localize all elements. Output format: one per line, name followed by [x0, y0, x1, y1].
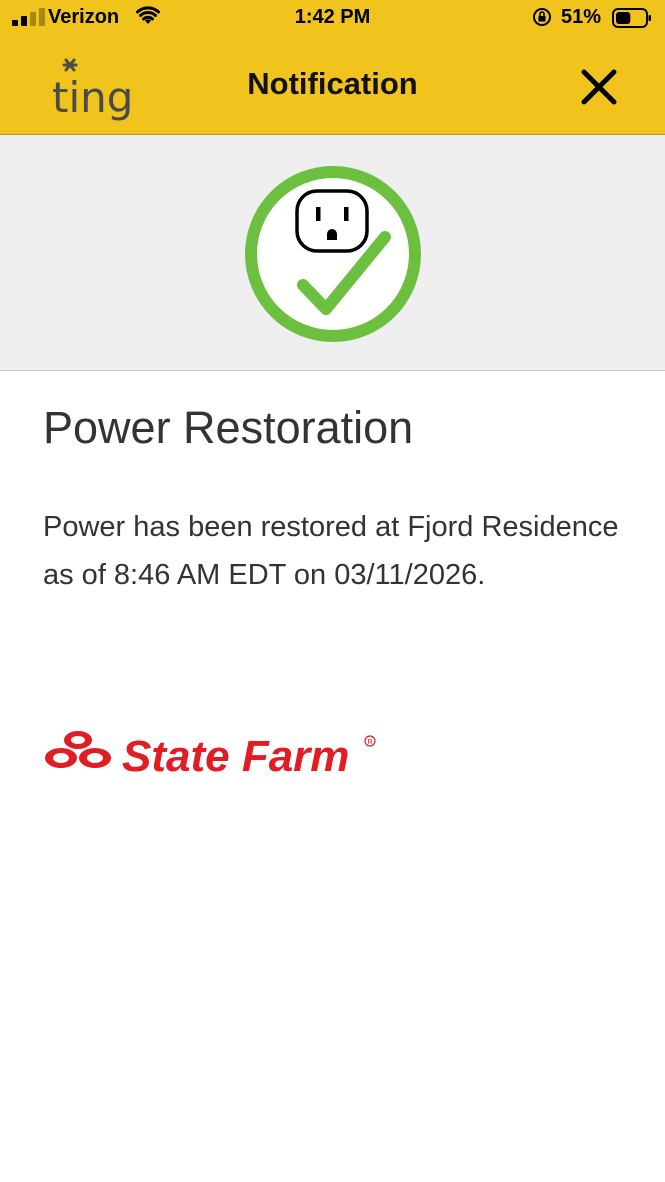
page-title: Notification — [247, 66, 418, 101]
outlet-checkmark-icon — [245, 166, 421, 342]
notification-heading: Power Restoration — [43, 402, 414, 453]
state-farm-wordmark: State Farm — [122, 732, 349, 781]
status-bar: Verizon 1:42 PM 51% — [0, 0, 665, 36]
orientation-lock-icon — [533, 8, 551, 26]
battery-icon — [612, 8, 651, 28]
battery-percentage: 51% — [561, 6, 602, 28]
hero-banner — [0, 135, 665, 371]
header-bar: Verizon 1:42 PM 51% ting Notification — [0, 0, 665, 135]
notification-message: Power has been restored at Fjord Residen… — [43, 511, 619, 591]
state-farm-logo: State Farm R — [45, 731, 376, 781]
close-icon[interactable] — [580, 68, 618, 106]
svg-text:R: R — [368, 739, 373, 746]
